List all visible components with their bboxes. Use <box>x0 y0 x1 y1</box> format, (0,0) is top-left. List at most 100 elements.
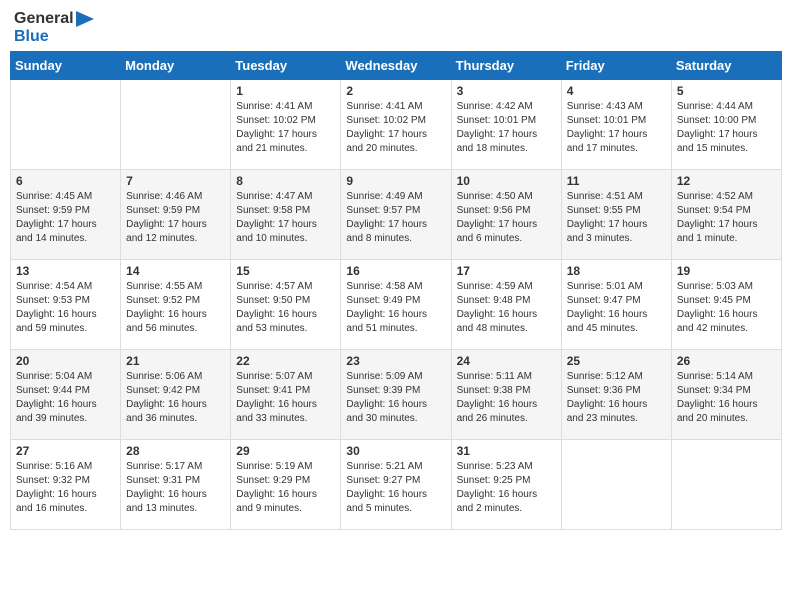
calendar-week-row: 27 Sunrise: 5:16 AMSunset: 9:32 PMDayligh… <box>11 440 782 530</box>
calendar-cell: 5 Sunrise: 4:44 AMSunset: 10:00 PMDayligh… <box>671 80 781 170</box>
day-info: Sunrise: 5:19 AMSunset: 9:29 PMDaylight:… <box>236 460 335 516</box>
day-header-friday: Friday <box>561 52 671 80</box>
day-number: 11 <box>567 174 666 188</box>
calendar-cell: 9 Sunrise: 4:49 AMSunset: 9:57 PMDaylight… <box>341 170 451 260</box>
day-number: 5 <box>677 84 776 98</box>
logo-blue: Blue <box>14 28 49 46</box>
calendar-header-row: SundayMondayTuesdayWednesdayThursdayFrid… <box>11 52 782 80</box>
calendar-cell: 14 Sunrise: 4:55 AMSunset: 9:52 PMDayligh… <box>121 260 231 350</box>
day-info: Sunrise: 4:41 AMSunset: 10:02 PMDaylight… <box>346 100 445 156</box>
calendar-week-row: 20Sunrise: 5:04 AMSunset: 9:44 PMDayligh… <box>11 350 782 440</box>
day-number: 23 <box>346 354 445 368</box>
day-number: 17 <box>457 264 556 278</box>
day-number: 29 <box>236 444 335 458</box>
day-info: Sunrise: 4:51 AMSunset: 9:55 PMDaylight:… <box>567 190 666 246</box>
calendar-table: SundayMondayTuesdayWednesdayThursdayFrid… <box>10 51 782 530</box>
calendar-cell: 10 Sunrise: 4:50 AMSunset: 9:56 PMDayligh… <box>451 170 561 260</box>
day-number: 6 <box>16 174 115 188</box>
day-number: 31 <box>457 444 556 458</box>
calendar-cell: 27 Sunrise: 5:16 AMSunset: 9:32 PMDayligh… <box>11 440 121 530</box>
calendar-cell: 25 Sunrise: 5:12 AMSunset: 9:36 PMDayligh… <box>561 350 671 440</box>
day-number: 12 <box>677 174 776 188</box>
calendar-cell: 11 Sunrise: 4:51 AMSunset: 9:55 PMDayligh… <box>561 170 671 260</box>
day-number: 21 <box>126 354 225 368</box>
day-number: 24 <box>457 354 556 368</box>
calendar-cell <box>121 80 231 170</box>
calendar-cell: 30Sunrise: 5:21 AMSunset: 9:27 PMDayligh… <box>341 440 451 530</box>
day-info: Sunrise: 5:12 AMSunset: 9:36 PMDaylight:… <box>567 370 666 426</box>
calendar-cell: 28Sunrise: 5:17 AMSunset: 9:31 PMDayligh… <box>121 440 231 530</box>
day-header-wednesday: Wednesday <box>341 52 451 80</box>
day-info: Sunrise: 4:59 AMSunset: 9:48 PMDaylight:… <box>457 280 556 336</box>
day-info: Sunrise: 4:58 AMSunset: 9:49 PMDaylight:… <box>346 280 445 336</box>
day-info: Sunrise: 4:55 AMSunset: 9:52 PMDaylight:… <box>126 280 225 336</box>
calendar-cell: 4 Sunrise: 4:43 AMSunset: 10:01 PMDayligh… <box>561 80 671 170</box>
logo-graphic: General Blue <box>14 10 94 45</box>
day-number: 2 <box>346 84 445 98</box>
day-header-monday: Monday <box>121 52 231 80</box>
day-number: 3 <box>457 84 556 98</box>
day-header-sunday: Sunday <box>11 52 121 80</box>
calendar-cell: 19Sunrise: 5:03 AMSunset: 9:45 PMDayligh… <box>671 260 781 350</box>
day-number: 22 <box>236 354 335 368</box>
calendar-cell: 3Sunrise: 4:42 AMSunset: 10:01 PMDayligh… <box>451 80 561 170</box>
calendar-cell: 15 Sunrise: 4:57 AMSunset: 9:50 PMDayligh… <box>231 260 341 350</box>
calendar-cell: 20Sunrise: 5:04 AMSunset: 9:44 PMDayligh… <box>11 350 121 440</box>
day-number: 9 <box>346 174 445 188</box>
day-number: 26 <box>677 354 776 368</box>
calendar-week-row: 1 Sunrise: 4:41 AMSunset: 10:02 PMDayligh… <box>11 80 782 170</box>
day-info: Sunrise: 4:47 AMSunset: 9:58 PMDaylight:… <box>236 190 335 246</box>
calendar-cell: 26 Sunrise: 5:14 AMSunset: 9:34 PMDayligh… <box>671 350 781 440</box>
day-header-saturday: Saturday <box>671 52 781 80</box>
calendar-cell: 29 Sunrise: 5:19 AMSunset: 9:29 PMDayligh… <box>231 440 341 530</box>
calendar-cell: 17 Sunrise: 4:59 AMSunset: 9:48 PMDayligh… <box>451 260 561 350</box>
day-number: 25 <box>567 354 666 368</box>
day-info: Sunrise: 5:14 AMSunset: 9:34 PMDaylight:… <box>677 370 776 426</box>
calendar-cell: 21 Sunrise: 5:06 AMSunset: 9:42 PMDayligh… <box>121 350 231 440</box>
day-info: Sunrise: 5:11 AMSunset: 9:38 PMDaylight:… <box>457 370 556 426</box>
day-header-tuesday: Tuesday <box>231 52 341 80</box>
logo: General Blue <box>14 10 94 45</box>
logo-general: General <box>14 10 74 28</box>
day-number: 10 <box>457 174 556 188</box>
day-info: Sunrise: 4:57 AMSunset: 9:50 PMDaylight:… <box>236 280 335 336</box>
calendar-cell: 18Sunrise: 5:01 AMSunset: 9:47 PMDayligh… <box>561 260 671 350</box>
day-number: 13 <box>16 264 115 278</box>
day-info: Sunrise: 4:44 AMSunset: 10:00 PMDaylight… <box>677 100 776 156</box>
calendar-cell: 24 Sunrise: 5:11 AMSunset: 9:38 PMDayligh… <box>451 350 561 440</box>
day-number: 14 <box>126 264 225 278</box>
day-info: Sunrise: 4:52 AMSunset: 9:54 PMDaylight:… <box>677 190 776 246</box>
calendar-cell <box>11 80 121 170</box>
calendar-cell: 13 Sunrise: 4:54 AMSunset: 9:53 PMDayligh… <box>11 260 121 350</box>
calendar-week-row: 13 Sunrise: 4:54 AMSunset: 9:53 PMDayligh… <box>11 260 782 350</box>
day-number: 4 <box>567 84 666 98</box>
day-number: 1 <box>236 84 335 98</box>
day-number: 27 <box>16 444 115 458</box>
day-number: 7 <box>126 174 225 188</box>
logo-arrow-icon <box>76 11 94 27</box>
day-header-thursday: Thursday <box>451 52 561 80</box>
day-info: Sunrise: 5:06 AMSunset: 9:42 PMDaylight:… <box>126 370 225 426</box>
calendar-cell: 22 Sunrise: 5:07 AMSunset: 9:41 PMDayligh… <box>231 350 341 440</box>
calendar-cell: 8Sunrise: 4:47 AMSunset: 9:58 PMDaylight… <box>231 170 341 260</box>
day-info: Sunrise: 5:16 AMSunset: 9:32 PMDaylight:… <box>16 460 115 516</box>
day-info: Sunrise: 5:21 AMSunset: 9:27 PMDaylight:… <box>346 460 445 516</box>
day-number: 20 <box>16 354 115 368</box>
calendar-cell: 7 Sunrise: 4:46 AMSunset: 9:59 PMDaylight… <box>121 170 231 260</box>
calendar-cell <box>561 440 671 530</box>
day-info: Sunrise: 4:49 AMSunset: 9:57 PMDaylight:… <box>346 190 445 246</box>
day-number: 18 <box>567 264 666 278</box>
day-info: Sunrise: 5:07 AMSunset: 9:41 PMDaylight:… <box>236 370 335 426</box>
day-number: 15 <box>236 264 335 278</box>
day-info: Sunrise: 4:46 AMSunset: 9:59 PMDaylight:… <box>126 190 225 246</box>
calendar-cell: 31Sunrise: 5:23 AMSunset: 9:25 PMDayligh… <box>451 440 561 530</box>
day-info: Sunrise: 4:43 AMSunset: 10:01 PMDaylight… <box>567 100 666 156</box>
calendar-week-row: 6Sunrise: 4:45 AMSunset: 9:59 PMDaylight… <box>11 170 782 260</box>
day-info: Sunrise: 4:50 AMSunset: 9:56 PMDaylight:… <box>457 190 556 246</box>
day-number: 28 <box>126 444 225 458</box>
calendar-cell: 23 Sunrise: 5:09 AMSunset: 9:39 PMDayligh… <box>341 350 451 440</box>
day-info: Sunrise: 5:03 AMSunset: 9:45 PMDaylight:… <box>677 280 776 336</box>
calendar-cell: 6Sunrise: 4:45 AMSunset: 9:59 PMDaylight… <box>11 170 121 260</box>
day-info: Sunrise: 5:09 AMSunset: 9:39 PMDaylight:… <box>346 370 445 426</box>
day-info: Sunrise: 4:54 AMSunset: 9:53 PMDaylight:… <box>16 280 115 336</box>
